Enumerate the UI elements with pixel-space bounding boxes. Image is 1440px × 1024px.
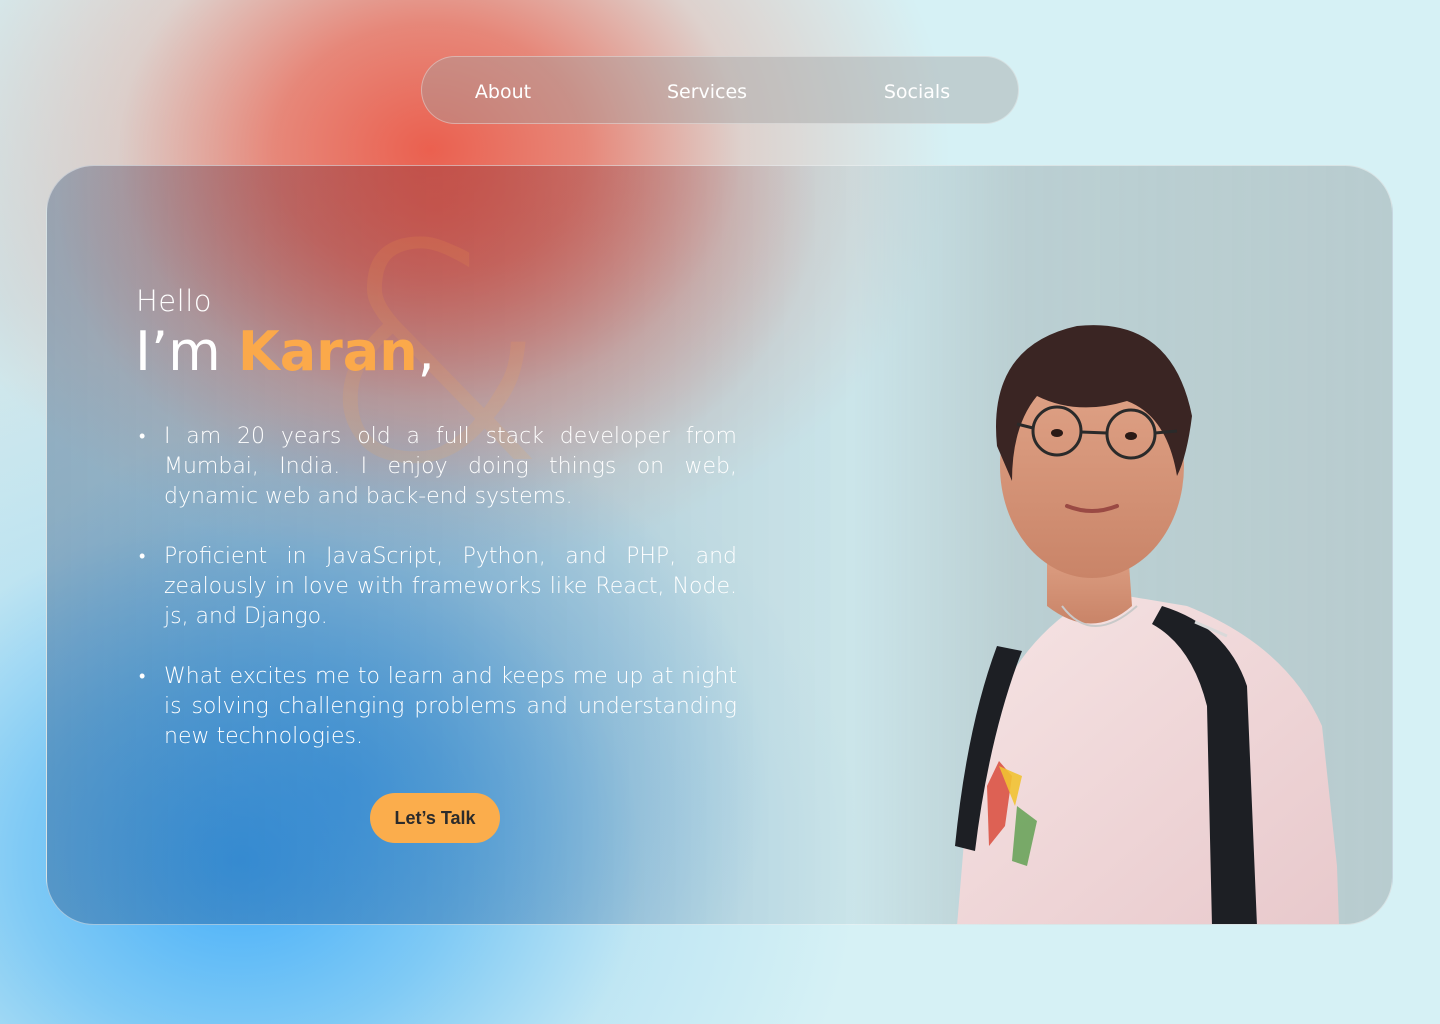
nav-socials[interactable]: Socials xyxy=(874,57,960,125)
intro-prefix: I’m xyxy=(135,320,238,383)
bio-list: I am 20 years old a full stack developer… xyxy=(137,422,737,782)
nav-services[interactable]: Services xyxy=(658,57,756,125)
top-nav: About Services Socials xyxy=(421,56,1019,124)
greeting: Hello xyxy=(136,284,213,318)
intro-suffix: , xyxy=(417,320,435,383)
headline: I’m Karan, xyxy=(135,320,435,383)
portrait-image xyxy=(955,325,1339,924)
lets-talk-button[interactable]: Let’s Talk xyxy=(370,793,500,843)
nav-about[interactable]: About xyxy=(462,57,544,125)
bio-item: I am 20 years old a full stack developer… xyxy=(137,422,737,512)
bio-item: What excites me to learn and keeps me up… xyxy=(137,662,737,752)
bio-item: Proficient in JavaScript, Python, and PH… xyxy=(137,542,737,632)
hero-name: Karan xyxy=(237,320,418,383)
hero-card: & Hello I’m Karan, I am 20 years old a f… xyxy=(46,165,1393,925)
